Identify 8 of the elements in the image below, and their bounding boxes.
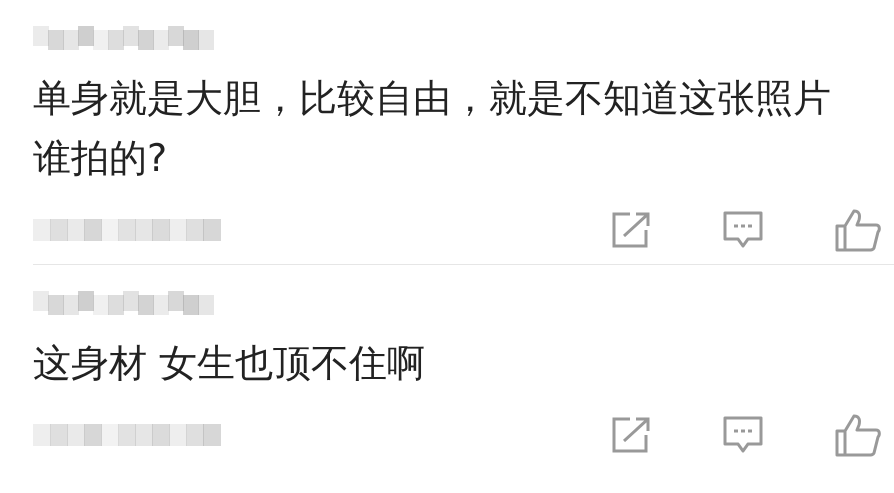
comment-text: 单身就是大胆，比较自由，就是不知道这张照片谁拍的?	[33, 75, 832, 182]
like-icon[interactable]	[834, 208, 882, 252]
share-icon[interactable]	[610, 210, 652, 250]
comment-text: 这身材 女生也顶不住啊	[33, 340, 426, 387]
comment-icon[interactable]	[722, 210, 764, 250]
share-icon[interactable]	[610, 415, 652, 455]
like-icon[interactable]	[834, 413, 882, 457]
comment-icon[interactable]	[722, 415, 764, 455]
